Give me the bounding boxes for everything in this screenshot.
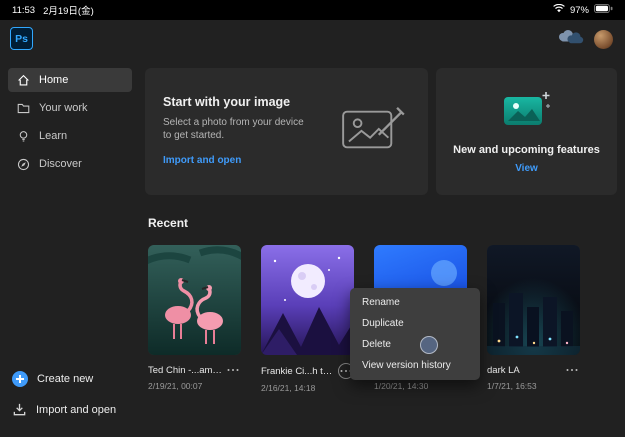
document-thumbnail-moon-art[interactable] xyxy=(261,245,354,355)
sidebar-item-label: Discover xyxy=(39,158,82,170)
more-options-button[interactable] xyxy=(225,363,241,377)
status-bar: 11:53 2月19日(金) 97% xyxy=(0,0,625,20)
start-card-description: Select a photo from your device to get s… xyxy=(163,116,313,142)
sidebar-item-discover[interactable]: Discover xyxy=(8,152,132,176)
image-placeholder-icon xyxy=(338,103,428,160)
more-options-button[interactable] xyxy=(564,363,580,377)
features-card-title: New and upcoming features xyxy=(453,144,600,156)
document-date: 2/19/21, 00:07 xyxy=(148,381,241,391)
sidebar-item-learn[interactable]: Learn xyxy=(8,124,132,148)
folder-icon xyxy=(17,102,30,115)
document-name: dark LA xyxy=(487,365,520,376)
home-icon xyxy=(17,74,30,87)
new-features-card: New and upcoming features View xyxy=(436,68,617,195)
menu-item-view-version-history[interactable]: View version history xyxy=(350,355,480,376)
date: 2月19日(金) xyxy=(43,3,94,17)
more-icon xyxy=(571,369,574,372)
photoshop-logo: Ps xyxy=(10,27,33,50)
wifi-icon xyxy=(553,4,565,16)
clock: 11:53 xyxy=(12,5,35,16)
app-screen: 11:53 2月19日(金) 97% Ps xyxy=(0,0,625,437)
recent-document: dark LA 1/7/21, 16:53 xyxy=(487,245,580,391)
create-new-label: Create new xyxy=(37,373,93,385)
sidebar-item-label: Learn xyxy=(39,130,67,142)
features-image-icon xyxy=(501,89,553,134)
menu-item-delete[interactable]: Delete xyxy=(350,334,480,355)
recent-document: Frankie Ci...h to Believe 2/16/21, 14:18 xyxy=(261,245,354,393)
lightbulb-icon xyxy=(17,130,30,143)
sidebar-item-home[interactable]: Home xyxy=(8,68,132,92)
recent-document: Ted Chin -...amingos (2) 2/19/21, 00:07 xyxy=(148,245,241,391)
menu-item-rename[interactable]: Rename xyxy=(350,292,480,313)
import-and-open-link[interactable]: Import and open xyxy=(163,155,241,166)
features-view-link[interactable]: View xyxy=(515,163,538,174)
compass-icon xyxy=(17,158,30,171)
import-icon xyxy=(12,402,27,417)
sidebar-item-label: Home xyxy=(39,74,68,86)
battery-percent: 97% xyxy=(570,5,589,16)
recent-heading: Recent xyxy=(148,216,188,230)
document-name: Frankie Ci...h to Believe xyxy=(261,366,337,377)
create-new-button[interactable]: Create new xyxy=(12,371,93,387)
menu-item-duplicate[interactable]: Duplicate xyxy=(350,313,480,334)
document-thumbnail-dark-la[interactable] xyxy=(487,245,580,355)
sidebar-item-label: Your work xyxy=(39,102,88,114)
avatar[interactable] xyxy=(594,30,613,49)
document-name: Ted Chin -...amingos (2) xyxy=(148,365,224,376)
document-context-menu: Rename Duplicate Delete View version his… xyxy=(350,288,480,380)
creative-cloud-sync-icon[interactable] xyxy=(556,28,584,51)
start-with-image-card: Start with your image Select a photo fro… xyxy=(145,68,428,195)
start-card-title: Start with your image xyxy=(163,95,330,109)
document-thumbnail-flamingos[interactable] xyxy=(148,245,241,355)
touch-indicator xyxy=(420,336,438,354)
plus-icon xyxy=(12,371,28,387)
document-date: 1/20/21, 14:30 xyxy=(374,381,467,391)
document-date: 2/16/21, 14:18 xyxy=(261,383,354,393)
import-and-open-label: Import and open xyxy=(36,404,116,416)
battery-icon xyxy=(594,4,613,16)
sidebar-item-your-work[interactable]: Your work xyxy=(8,96,132,120)
more-icon xyxy=(345,370,348,373)
document-date: 1/7/21, 16:53 xyxy=(487,381,580,391)
import-and-open-button[interactable]: Import and open xyxy=(12,402,116,417)
more-icon xyxy=(232,369,235,372)
